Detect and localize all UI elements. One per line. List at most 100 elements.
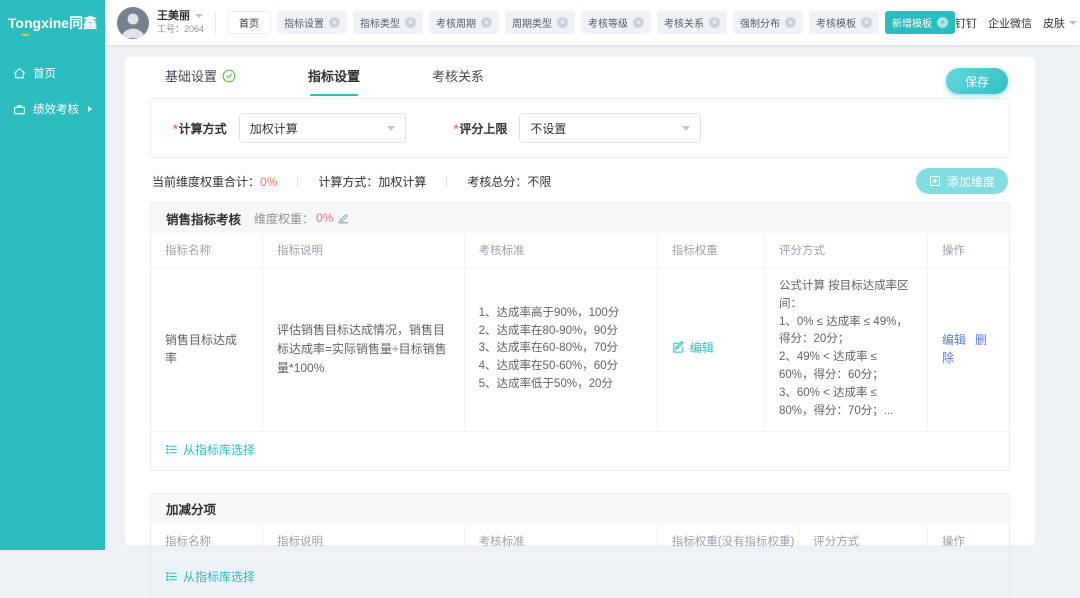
scoring-method-cell: 公式计算 按目标达成率区间： 1、0% ≤ 达成率 ≤ 49%，得分：20分； … [764,268,927,432]
sidebar-item-label: 首页 [33,65,56,81]
briefcase-icon [13,103,26,116]
bonus-section-header: 加减分项 [151,494,1009,524]
close-icon[interactable]: × [405,17,416,28]
user-id: 工号：2064 [157,25,204,35]
standard-line: 3、达成率在60-80%，70分 [479,340,643,358]
close-icon[interactable]: × [329,17,340,28]
avatar[interactable] [117,7,149,39]
section-title: 加减分项 [166,499,216,518]
dingtalk-link[interactable]: 钉钉 [955,15,977,31]
workspace-tab-home[interactable]: 首页 [227,11,271,34]
select-from-library-link[interactable]: 从指标库选择 [165,441,255,458]
tab-label: 指标设置 [308,66,360,85]
col-indicator-name: 指标名称 [151,524,263,559]
edit-pencil-icon [672,341,685,354]
standard-line: 2、达成率在80-90%，90分 [479,323,643,341]
workspace-tab-indicator-settings[interactable]: 指标设置 × [277,11,347,34]
skin-dropdown[interactable]: 皮肤 [1043,15,1077,31]
sales-section-header: 销售指标考核 维度权重： 0% [151,203,1009,233]
list-icon [165,443,178,456]
weight-edit-label: 编辑 [690,339,714,358]
workspace-tab-assessment-relation[interactable]: 考核关系 × [657,11,727,34]
tab-assessment-relation[interactable]: 考核关系 [432,66,484,96]
list-icon [165,570,178,583]
workspace-tab-label: 考核等级 [588,15,628,30]
brand-logo-text: Tongxine同鑫 [8,13,97,33]
table-row: 销售目标达成率 评估销售目标达成情况，销售目标达成率=实际销售量÷目标销售量*1… [151,268,1009,432]
col-scoring-method: 评分方式 [799,524,928,559]
col-scoring-method: 评分方式 [764,233,927,268]
indicator-weight-cell: 编辑 [657,268,764,432]
score-limit-value: 不设置 [530,120,566,137]
sales-indicator-table: 指标名称 指标说明 考核标准 指标权重 评分方式 操作 销售目标达成率 评估销售… [151,233,1009,432]
add-dimension-button[interactable]: 添加维度 [916,168,1008,194]
chevron-right-icon [88,106,92,112]
tab-basic-settings[interactable]: 基础设置 [165,66,236,96]
divider [297,176,298,188]
bonus-penalty-section: 加减分项 指标名称 指标说明 考核标准 指标权重(没有指标权重) 评分方式 操作… [150,493,1010,598]
sidebar: Tongxine同鑫 首页 绩效考核 [0,0,105,550]
sidebar-item-home[interactable]: 首页 [0,55,105,91]
indicator-description-cell: 评估销售目标达成情况，销售目标达成率=实际销售量÷目标销售量*100% [263,268,465,432]
user-menu[interactable]: 王美丽 工号：2064 [157,10,204,35]
col-actions: 操作 [927,233,1009,268]
standard-line: 5、达成率低于50%，20分 [479,376,643,394]
actions-cell: 编辑删除 [927,268,1009,432]
score-limit-select[interactable]: 不设置 [519,113,701,143]
workspace-tab-indicator-type[interactable]: 指标类型 × [353,11,423,34]
add-dimension-label: 添加维度 [947,173,995,190]
weight-total-label: 当前维度权重合计： [152,173,260,190]
standard-line: 1、达成率高于90%，100分 [479,305,643,323]
divider [446,176,447,188]
sidebar-menu: 首页 绩效考核 [0,55,105,127]
sidebar-item-performance[interactable]: 绩效考核 [0,91,105,127]
col-indicator-weight: 指标权重 [657,233,764,268]
workspace-tab-cycle-type[interactable]: 周期类型 × [505,11,575,34]
workspace-tab-label: 新增模板 [892,15,932,30]
chevron-down-icon [387,126,395,131]
workspace-tab-new-template[interactable]: 新增模板 × [885,11,955,34]
close-icon[interactable]: × [937,17,948,28]
workspace-tab-assessment-template[interactable]: 考核模板 × [809,11,879,34]
weight-total-value: 0% [260,175,277,189]
weight-edit-link[interactable]: 编辑 [672,339,714,358]
close-icon[interactable]: × [709,17,720,28]
edit-pencil-icon[interactable] [337,212,350,225]
workspace-tab-assessment-cycle[interactable]: 考核周期 × [429,11,499,34]
workspace-tab-assessment-grade[interactable]: 考核等级 × [581,11,651,34]
save-button[interactable]: 保存 [946,68,1008,94]
bonus-penalty-table: 指标名称 指标说明 考核标准 指标权重(没有指标权重) 评分方式 操作 [151,524,1009,559]
select-from-library-label: 从指标库选择 [183,441,255,458]
assessment-standard-cell: 1、达成率高于90%，100分 2、达成率在80-90%，90分 3、达成率在6… [464,268,657,432]
skin-dropdown-label: 皮肤 [1043,15,1065,31]
chevron-down-icon [195,14,203,18]
section-title: 销售指标考核 [166,209,241,228]
row-edit-link[interactable]: 编辑 [942,333,966,347]
score-limit-group: *评分上限 不设置 [454,113,702,143]
wecom-link[interactable]: 企业微信 [988,15,1032,31]
select-from-library-link[interactable]: 从指标库选择 [165,568,255,585]
calc-method-select[interactable]: 加权计算 [239,113,406,143]
workspace-tab-label: 考核周期 [436,15,476,30]
score-limit-label: *评分上限 [454,120,508,137]
close-icon[interactable]: × [785,17,796,28]
close-icon[interactable]: × [861,17,872,28]
workspace-tab-forced-distribution[interactable]: 强制分布 × [733,11,803,34]
close-icon[interactable]: × [633,17,644,28]
close-icon[interactable]: × [481,17,492,28]
workspace-tab-label: 指标类型 [360,15,400,30]
calc-settings-form: *计算方式 加权计算 *评分上限 不设置 [150,98,1010,158]
calc-method-group: *计算方式 加权计算 [173,113,406,143]
library-select-row: 从指标库选择 [151,432,1009,470]
calc-method-summary: 计算方式：加权计算 [318,173,426,190]
close-icon[interactable]: × [557,17,568,28]
col-assessment-standard: 考核标准 [464,233,657,268]
col-actions: 操作 [927,524,1009,559]
calc-method-label: *计算方式 [173,120,227,137]
workspace-tab-label: 考核关系 [664,15,704,30]
chevron-down-icon [1069,21,1077,25]
chevron-down-icon [682,126,690,131]
workspace-tabs: 首页 指标设置 × 指标类型 × 考核周期 × 周期类型 × 考核等级 × 考核… [227,11,955,34]
table-header-row: 指标名称 指标说明 考核标准 指标权重(没有指标权重) 评分方式 操作 [151,524,1009,559]
tab-indicator-settings[interactable]: 指标设置 [308,66,360,96]
